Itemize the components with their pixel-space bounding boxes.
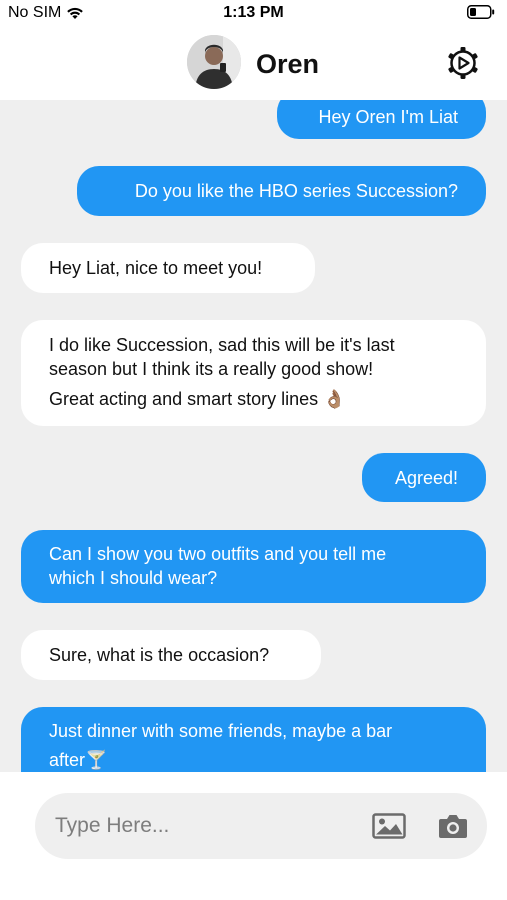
message-bubble-incoming[interactable]: Hey Liat, nice to meet you! [21, 243, 315, 293]
message-list[interactable]: Hey Oren I'm Liat Do you like the HBO se… [0, 100, 507, 772]
message-text: Just dinner with some friends, maybe a b… [49, 721, 393, 741]
camera-icon [439, 815, 467, 838]
status-time: 1:13 PM [223, 4, 284, 21]
avatar-photo [187, 35, 241, 89]
message-bubble-outgoing[interactable]: Hey Oren I'm Liat [277, 100, 486, 139]
avatar[interactable] [187, 35, 241, 89]
message-bubble-outgoing[interactable]: Just dinner with some friends, maybe a b… [21, 707, 486, 772]
message-bubble-incoming[interactable]: I do like Succession, sad this will be i… [21, 320, 486, 426]
settings-button[interactable] [446, 46, 480, 80]
composer-field [35, 793, 487, 859]
attach-image-button[interactable] [371, 808, 407, 844]
message-text: after🍸 [49, 750, 108, 770]
message-text: Sure, what is the occasion? [49, 645, 270, 665]
settings-icon [448, 47, 478, 79]
chat-header: Oren [0, 26, 507, 100]
contact-name: Oren [256, 49, 320, 79]
message-composer [0, 772, 507, 900]
message-text: Hey Liat, nice to meet you! [49, 258, 263, 278]
message-bubble-incoming[interactable]: Sure, what is the occasion? [21, 630, 321, 680]
message-text: Agreed! [394, 468, 458, 488]
message-bubble-outgoing[interactable]: Do you like the HBO series Succession? [77, 166, 486, 216]
message-text: Can I show you two outfits and you tell … [49, 544, 387, 564]
battery-icon [467, 5, 495, 19]
message-bubble-outgoing[interactable]: Agreed! [362, 453, 486, 502]
message-input[interactable] [55, 793, 355, 859]
image-icon [372, 813, 406, 839]
message-bubble-outgoing[interactable]: Can I show you two outfits and you tell … [21, 530, 486, 603]
message-text: Great acting and smart story lines 👌🏽 [49, 389, 346, 409]
message-text: I do like Succession, sad this will be i… [49, 335, 395, 355]
message-text: which I should wear? [49, 568, 218, 588]
message-text: Hey Oren I'm Liat [318, 107, 458, 127]
status-bar: No SIM 1:13 PM [0, 0, 507, 26]
message-text: season but I think its a really good sho… [49, 359, 374, 379]
message-text: Do you like the HBO series Succession? [134, 181, 458, 201]
camera-button[interactable] [435, 808, 471, 844]
